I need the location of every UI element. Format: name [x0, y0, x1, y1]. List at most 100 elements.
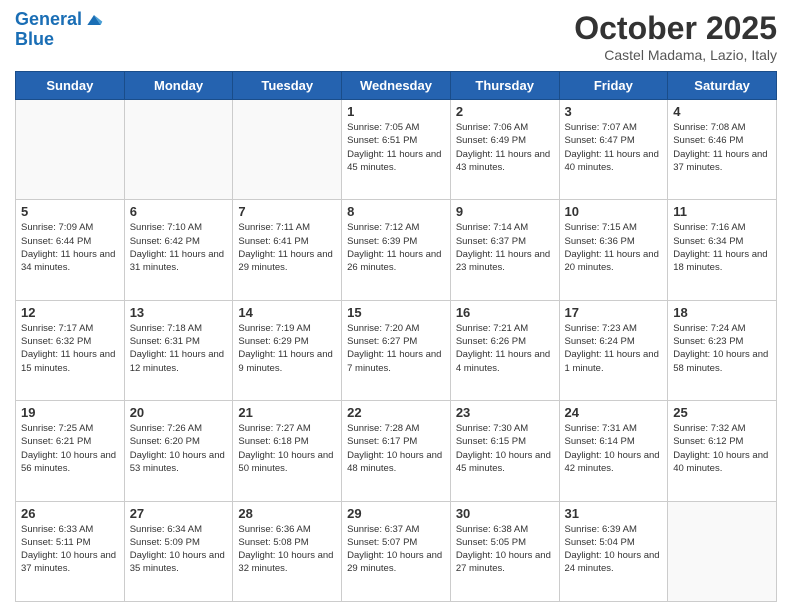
day-info: Sunrise: 7:12 AM Sunset: 6:39 PM Dayligh…	[347, 221, 445, 274]
location: Castel Madama, Lazio, Italy	[574, 47, 777, 63]
calendar-cell: 23 Sunrise: 7:30 AM Sunset: 6:15 PM Dayli…	[450, 401, 559, 501]
calendar-cell: 26 Sunrise: 6:33 AM Sunset: 5:11 PM Dayli…	[16, 501, 125, 601]
calendar-cell	[16, 100, 125, 200]
day-number: 19	[21, 405, 119, 420]
day-number: 29	[347, 506, 445, 521]
weekday-header-saturday: Saturday	[668, 72, 777, 100]
calendar-cell: 28Sunrise: 6:36 AM Sunset: 5:08 PM Dayli…	[233, 501, 342, 601]
weekday-header-monday: Monday	[124, 72, 233, 100]
calendar-week-row: 1Sunrise: 7:05 AM Sunset: 6:51 PM Daylig…	[16, 100, 777, 200]
day-number: 5	[21, 204, 119, 219]
day-number: 23	[456, 405, 554, 420]
day-info: Sunrise: 6:37 AM Sunset: 5:07 PM Dayligh…	[347, 523, 445, 576]
calendar-cell: 7 Sunrise: 7:11 AM Sunset: 6:41 PM Daylig…	[233, 200, 342, 300]
calendar-cell: 22Sunrise: 7:28 AM Sunset: 6:17 PM Dayli…	[342, 401, 451, 501]
logo: General Blue	[15, 10, 104, 50]
calendar-cell: 6 Sunrise: 7:10 AM Sunset: 6:42 PM Daylig…	[124, 200, 233, 300]
day-number: 28	[238, 506, 336, 521]
day-number: 7	[238, 204, 336, 219]
calendar-cell: 12 Sunrise: 7:17 AM Sunset: 6:32 PM Dayli…	[16, 300, 125, 400]
calendar-cell: 9 Sunrise: 7:14 AM Sunset: 6:37 PM Daylig…	[450, 200, 559, 300]
day-info: Sunrise: 7:16 AM Sunset: 6:34 PM Dayligh…	[673, 221, 771, 274]
day-info: Sunrise: 7:25 AM Sunset: 6:21 PM Dayligh…	[21, 422, 119, 475]
day-info: Sunrise: 7:05 AM Sunset: 6:51 PM Dayligh…	[347, 121, 445, 174]
weekday-header-tuesday: Tuesday	[233, 72, 342, 100]
calendar-cell: 16 Sunrise: 7:21 AM Sunset: 6:26 PM Dayli…	[450, 300, 559, 400]
day-number: 15	[347, 305, 445, 320]
day-info: Sunrise: 7:27 AM Sunset: 6:18 PM Dayligh…	[238, 422, 336, 475]
weekday-header-friday: Friday	[559, 72, 668, 100]
calendar-cell: 1Sunrise: 7:05 AM Sunset: 6:51 PM Daylig…	[342, 100, 451, 200]
day-info: Sunrise: 6:33 AM Sunset: 5:11 PM Dayligh…	[21, 523, 119, 576]
calendar-cell: 24Sunrise: 7:31 AM Sunset: 6:14 PM Dayli…	[559, 401, 668, 501]
day-number: 26	[21, 506, 119, 521]
calendar-cell	[233, 100, 342, 200]
calendar-cell: 2 Sunrise: 7:06 AM Sunset: 6:49 PM Daylig…	[450, 100, 559, 200]
page: General Blue October 2025 Castel Madama,…	[0, 0, 792, 612]
weekday-header-row: SundayMondayTuesdayWednesdayThursdayFrid…	[16, 72, 777, 100]
day-info: Sunrise: 7:26 AM Sunset: 6:20 PM Dayligh…	[130, 422, 228, 475]
day-info: Sunrise: 7:30 AM Sunset: 6:15 PM Dayligh…	[456, 422, 554, 475]
calendar-table: SundayMondayTuesdayWednesdayThursdayFrid…	[15, 71, 777, 602]
day-info: Sunrise: 7:10 AM Sunset: 6:42 PM Dayligh…	[130, 221, 228, 274]
day-number: 6	[130, 204, 228, 219]
day-info: Sunrise: 7:32 AM Sunset: 6:12 PM Dayligh…	[673, 422, 771, 475]
calendar-cell: 27Sunrise: 6:34 AM Sunset: 5:09 PM Dayli…	[124, 501, 233, 601]
day-number: 11	[673, 204, 771, 219]
calendar-cell: 25 Sunrise: 7:32 AM Sunset: 6:12 PM Dayli…	[668, 401, 777, 501]
day-info: Sunrise: 7:14 AM Sunset: 6:37 PM Dayligh…	[456, 221, 554, 274]
day-info: Sunrise: 7:15 AM Sunset: 6:36 PM Dayligh…	[565, 221, 663, 274]
day-number: 4	[673, 104, 771, 119]
day-number: 10	[565, 204, 663, 219]
calendar-week-row: 19 Sunrise: 7:25 AM Sunset: 6:21 PM Dayli…	[16, 401, 777, 501]
day-number: 25	[673, 405, 771, 420]
day-number: 3	[565, 104, 663, 119]
month-title: October 2025	[574, 10, 777, 47]
logo-text-blue: Blue	[15, 30, 54, 50]
calendar-cell: 30Sunrise: 6:38 AM Sunset: 5:05 PM Dayli…	[450, 501, 559, 601]
weekday-header-wednesday: Wednesday	[342, 72, 451, 100]
calendar-cell: 13 Sunrise: 7:18 AM Sunset: 6:31 PM Dayli…	[124, 300, 233, 400]
day-number: 21	[238, 405, 336, 420]
logo-text-general: General	[15, 10, 82, 30]
calendar-cell: 18 Sunrise: 7:24 AM Sunset: 6:23 PM Dayli…	[668, 300, 777, 400]
calendar-cell: 29 Sunrise: 6:37 AM Sunset: 5:07 PM Dayli…	[342, 501, 451, 601]
day-number: 18	[673, 305, 771, 320]
day-number: 12	[21, 305, 119, 320]
title-block: October 2025 Castel Madama, Lazio, Italy	[574, 10, 777, 63]
calendar-week-row: 12 Sunrise: 7:17 AM Sunset: 6:32 PM Dayli…	[16, 300, 777, 400]
day-info: Sunrise: 7:20 AM Sunset: 6:27 PM Dayligh…	[347, 322, 445, 375]
day-number: 30	[456, 506, 554, 521]
calendar-cell: 3 Sunrise: 7:07 AM Sunset: 6:47 PM Daylig…	[559, 100, 668, 200]
calendar-cell: 14Sunrise: 7:19 AM Sunset: 6:29 PM Dayli…	[233, 300, 342, 400]
calendar-cell: 4 Sunrise: 7:08 AM Sunset: 6:46 PM Daylig…	[668, 100, 777, 200]
calendar-cell: 15 Sunrise: 7:20 AM Sunset: 6:27 PM Dayli…	[342, 300, 451, 400]
day-number: 22	[347, 405, 445, 420]
logo-icon	[84, 10, 104, 30]
day-number: 20	[130, 405, 228, 420]
day-info: Sunrise: 7:23 AM Sunset: 6:24 PM Dayligh…	[565, 322, 663, 375]
calendar-cell: 11 Sunrise: 7:16 AM Sunset: 6:34 PM Dayli…	[668, 200, 777, 300]
day-number: 9	[456, 204, 554, 219]
day-info: Sunrise: 7:18 AM Sunset: 6:31 PM Dayligh…	[130, 322, 228, 375]
day-number: 17	[565, 305, 663, 320]
day-info: Sunrise: 7:07 AM Sunset: 6:47 PM Dayligh…	[565, 121, 663, 174]
day-number: 8	[347, 204, 445, 219]
calendar-cell: 17 Sunrise: 7:23 AM Sunset: 6:24 PM Dayli…	[559, 300, 668, 400]
day-number: 2	[456, 104, 554, 119]
day-info: Sunrise: 7:17 AM Sunset: 6:32 PM Dayligh…	[21, 322, 119, 375]
day-info: Sunrise: 7:19 AM Sunset: 6:29 PM Dayligh…	[238, 322, 336, 375]
day-info: Sunrise: 7:06 AM Sunset: 6:49 PM Dayligh…	[456, 121, 554, 174]
calendar-cell: 5Sunrise: 7:09 AM Sunset: 6:44 PM Daylig…	[16, 200, 125, 300]
day-info: Sunrise: 7:24 AM Sunset: 6:23 PM Dayligh…	[673, 322, 771, 375]
day-number: 16	[456, 305, 554, 320]
weekday-header-thursday: Thursday	[450, 72, 559, 100]
calendar-cell: 8 Sunrise: 7:12 AM Sunset: 6:39 PM Daylig…	[342, 200, 451, 300]
calendar-cell	[668, 501, 777, 601]
day-info: Sunrise: 7:11 AM Sunset: 6:41 PM Dayligh…	[238, 221, 336, 274]
day-info: Sunrise: 7:31 AM Sunset: 6:14 PM Dayligh…	[565, 422, 663, 475]
calendar-cell: 31Sunrise: 6:39 AM Sunset: 5:04 PM Dayli…	[559, 501, 668, 601]
day-info: Sunrise: 7:08 AM Sunset: 6:46 PM Dayligh…	[673, 121, 771, 174]
day-number: 13	[130, 305, 228, 320]
day-info: Sunrise: 7:21 AM Sunset: 6:26 PM Dayligh…	[456, 322, 554, 375]
